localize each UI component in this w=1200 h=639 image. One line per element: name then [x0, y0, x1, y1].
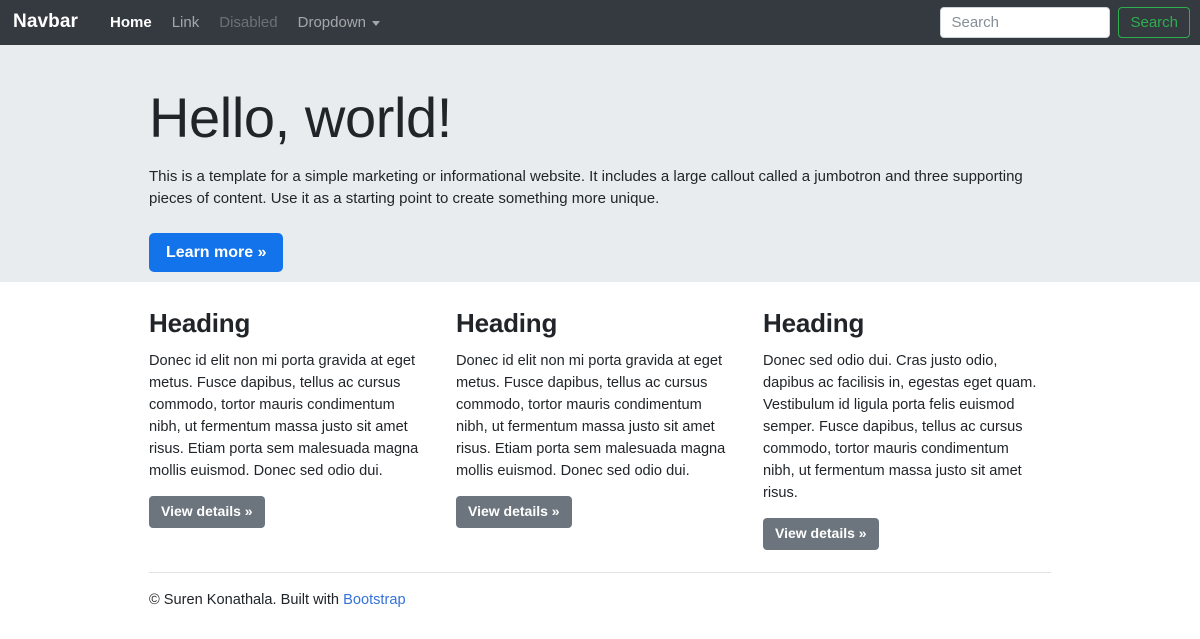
- learn-more-button[interactable]: Learn more »: [149, 232, 284, 273]
- feature-column-2: Heading Donec id elit non mi porta gravi…: [456, 304, 763, 550]
- jumbotron-container: Hello, world! This is a template for a s…: [0, 45, 1023, 273]
- main-navbar: Navbar Home Link Disabled Dropdown Searc…: [0, 0, 1200, 45]
- search-input[interactable]: [940, 7, 1111, 38]
- feature-heading-3: Heading: [763, 308, 865, 338]
- view-details-button-2[interactable]: View details »: [456, 496, 572, 528]
- navbar-search-form: Search: [940, 7, 1190, 38]
- bootstrap-link[interactable]: Bootstrap: [343, 592, 405, 608]
- jumbotron: Hello, world! This is a template for a s…: [0, 45, 1200, 282]
- feature-body-2: Donec id elit non mi porta gravida at eg…: [456, 353, 726, 480]
- nav-link-dropdown[interactable]: Dropdown: [288, 12, 390, 35]
- nav-item-disabled: Disabled: [209, 11, 287, 35]
- feature-heading-2: Heading: [456, 308, 558, 338]
- view-details-button-1[interactable]: View details »: [149, 496, 265, 528]
- feature-body-3: Donec sed odio dui. Cras justo odio, dap…: [763, 353, 1037, 502]
- view-details-button-3[interactable]: View details »: [763, 518, 879, 550]
- search-button[interactable]: Search: [1118, 7, 1190, 38]
- feature-body-1: Donec id elit non mi porta gravida at eg…: [149, 353, 419, 480]
- nav-item-link[interactable]: Link: [162, 11, 210, 35]
- nav-link-link[interactable]: Link: [162, 14, 210, 31]
- feature-column-3: Heading Donec sed odio dui. Cras justo o…: [763, 304, 1070, 550]
- page-title: Hello, world!: [149, 86, 452, 149]
- nav-link-home[interactable]: Home: [100, 14, 162, 31]
- chevron-down-icon: [372, 21, 380, 27]
- content-area: Heading Donec id elit non mi porta gravi…: [0, 282, 1200, 612]
- nav-link-disabled: Disabled: [219, 13, 278, 31]
- footer-copyright: © Suren Konathala. Built with: [149, 591, 344, 608]
- feature-heading-1: Heading: [149, 308, 251, 338]
- feature-row: Heading Donec id elit non mi porta gravi…: [0, 304, 1200, 550]
- footer-divider: [149, 571, 1051, 573]
- page-footer: © Suren Konathala. Built with Bootstrap: [0, 571, 1200, 612]
- footer-text: © Suren Konathala. Built with Bootstrap: [149, 590, 1200, 612]
- navbar-brand[interactable]: Navbar: [12, 8, 78, 37]
- nav-item-dropdown[interactable]: Dropdown: [288, 11, 390, 35]
- nav-link-dropdown-label: Dropdown: [297, 13, 366, 31]
- jumbotron-lead-text: This is a template for a simple marketin…: [149, 167, 1023, 208]
- nav-item-home[interactable]: Home: [100, 11, 162, 35]
- feature-column-1: Heading Donec id elit non mi porta gravi…: [149, 304, 456, 550]
- navbar-nav: Home Link Disabled Dropdown: [100, 11, 390, 35]
